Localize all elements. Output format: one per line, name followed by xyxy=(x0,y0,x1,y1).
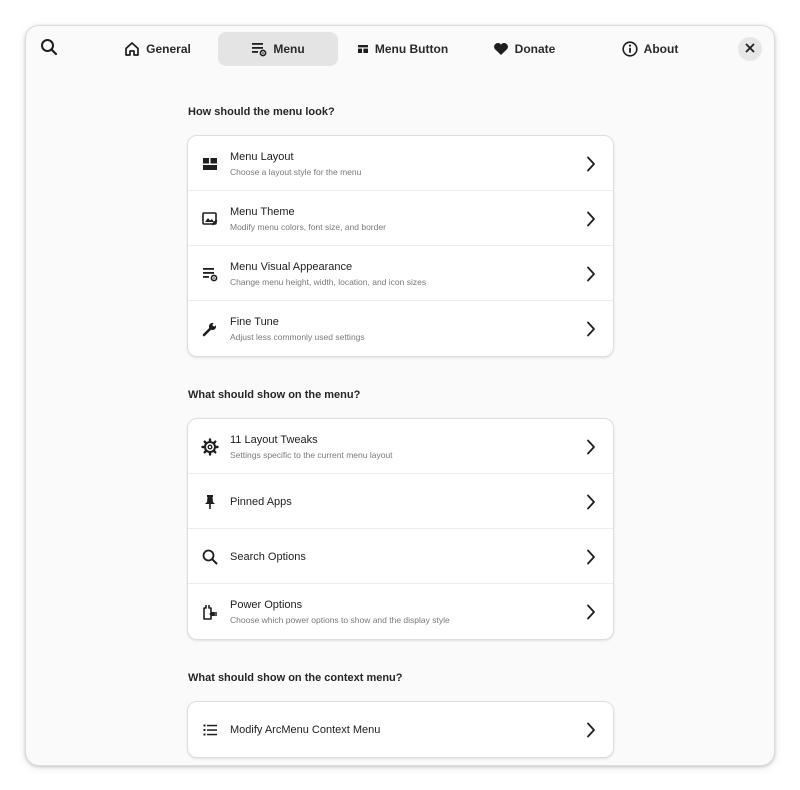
header-bar: General Menu Menu Button Donate About xyxy=(26,26,774,72)
row-power-options[interactable]: Power Options Choose which power options… xyxy=(188,584,613,639)
row-search-options[interactable]: Search Options xyxy=(188,529,613,584)
tab-menu-button-label: Menu Button xyxy=(374,42,449,56)
heart-icon xyxy=(493,42,509,56)
tab-menu-label: Menu xyxy=(273,42,305,56)
chevron-right-icon xyxy=(583,493,599,511)
row-menu-layout[interactable]: Menu Layout Choose a layout style for th… xyxy=(188,136,613,191)
close-button[interactable] xyxy=(738,37,762,61)
tab-menu[interactable]: Menu xyxy=(218,32,338,66)
chevron-right-icon xyxy=(583,603,599,621)
row-fine-tune[interactable]: Fine Tune Adjust less commonly used sett… xyxy=(188,301,613,356)
search-icon xyxy=(40,38,58,61)
tab-general-label: General xyxy=(146,42,191,56)
row-title: Menu Theme xyxy=(230,205,295,218)
info-icon xyxy=(622,41,638,57)
row-title: Pinned Apps xyxy=(230,495,292,508)
tab-about[interactable]: About xyxy=(610,32,690,66)
section-title-menu-content: What should show on the menu? xyxy=(188,389,361,401)
row-title: Modify ArcMenu Context Menu xyxy=(230,723,381,736)
home-icon xyxy=(124,41,140,57)
close-icon xyxy=(745,40,755,58)
search-button[interactable] xyxy=(37,37,61,61)
section-title-context-menu: What should show on the context menu? xyxy=(188,672,403,684)
gear-icon xyxy=(201,438,219,456)
menu-settings-icon xyxy=(201,265,219,283)
layout-icon xyxy=(201,155,219,173)
chevron-right-icon xyxy=(583,320,599,338)
row-title: Power Options xyxy=(230,598,303,611)
row-layout-tweaks[interactable]: 11 Layout Tweaks Settings specific to th… xyxy=(188,419,613,474)
power-plug-icon xyxy=(201,603,219,621)
row-subtitle: Choose which power options to show and t… xyxy=(230,614,450,625)
row-title: Fine Tune xyxy=(230,315,279,328)
tab-general[interactable]: General xyxy=(114,32,201,66)
row-modify-context-menu[interactable]: Modify ArcMenu Context Menu xyxy=(188,702,613,757)
row-subtitle: Settings specific to the current menu la… xyxy=(230,449,393,460)
chevron-right-icon xyxy=(583,155,599,173)
tab-donate[interactable]: Donate xyxy=(484,32,564,66)
wrench-icon xyxy=(201,320,219,338)
pin-icon xyxy=(201,493,219,511)
row-subtitle: Adjust less commonly used settings xyxy=(230,331,365,342)
chevron-right-icon xyxy=(583,210,599,228)
chevron-right-icon xyxy=(583,721,599,739)
row-title: 11 Layout Tweaks xyxy=(230,433,318,446)
row-title: Search Options xyxy=(230,550,306,563)
card-menu-content: 11 Layout Tweaks Settings specific to th… xyxy=(187,418,614,640)
row-title: Menu Visual Appearance xyxy=(230,260,353,273)
chevron-right-icon xyxy=(583,265,599,283)
row-title: Menu Layout xyxy=(230,150,294,163)
menu-button-icon xyxy=(357,43,369,55)
card-context-menu: Modify ArcMenu Context Menu xyxy=(187,701,614,758)
row-menu-theme[interactable]: Menu Theme Modify menu colors, font size… xyxy=(188,191,613,246)
menu-settings-icon xyxy=(251,41,267,57)
theme-edit-icon xyxy=(201,210,219,228)
tab-donate-label: Donate xyxy=(514,42,556,56)
search-icon xyxy=(201,548,219,566)
row-pinned-apps[interactable]: Pinned Apps xyxy=(188,474,613,529)
row-menu-visual-appearance[interactable]: Menu Visual Appearance Change menu heigh… xyxy=(188,246,613,301)
row-subtitle: Change menu height, width, location, and… xyxy=(230,276,427,287)
row-subtitle: Choose a layout style for the menu xyxy=(230,166,362,177)
card-appearance: Menu Layout Choose a layout style for th… xyxy=(187,135,614,357)
list-icon xyxy=(201,721,219,739)
tab-about-label: About xyxy=(643,42,679,56)
settings-window: General Menu Menu Button Donate About Ho… xyxy=(25,25,775,766)
section-title-appearance: How should the menu look? xyxy=(188,106,335,118)
chevron-right-icon xyxy=(583,438,599,456)
tab-menu-button[interactable]: Menu Button xyxy=(351,32,454,66)
row-subtitle: Modify menu colors, font size, and borde… xyxy=(230,221,386,232)
chevron-right-icon xyxy=(583,548,599,566)
